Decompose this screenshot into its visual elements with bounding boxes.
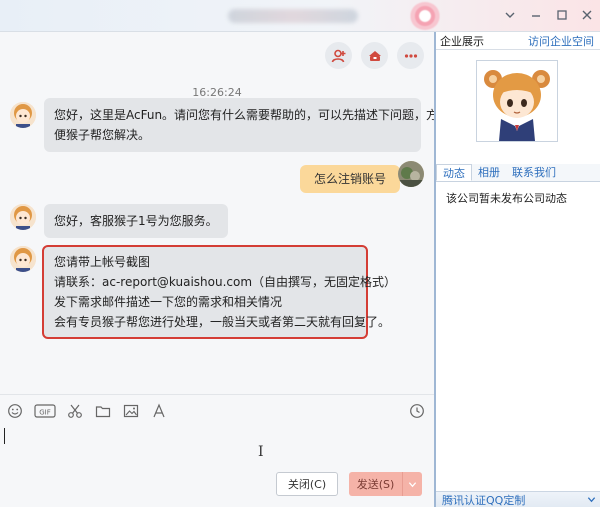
sidebar-tabs: 动态 相册 联系我们	[436, 164, 600, 182]
add-contact-icon[interactable]	[325, 42, 352, 69]
sidebar-footer: 腾讯认证QQ定制	[436, 491, 600, 507]
agent-message-bubble: 您好，这里是AcFun。请问您有什么需要帮助的，可以先描述下问题，方 便猴子帮您…	[44, 98, 439, 152]
chat-toolbar	[325, 42, 424, 69]
message-line: 发下需求邮件描述一下您的需求和相关情况	[54, 295, 283, 309]
message-line: 您好，这里是AcFun。请问您有什么需要帮助的，可以先描述下问题，方	[54, 108, 439, 122]
font-icon[interactable]	[150, 402, 168, 420]
history-clock-icon[interactable]	[409, 403, 425, 419]
company-logo	[476, 60, 558, 142]
message-line: 您好，客服猴子1号为您服务。	[54, 214, 218, 228]
mouse-ibeam-cursor-icon: I	[258, 444, 264, 460]
message-line: 便猴子帮您解决。	[54, 128, 151, 142]
folder-icon[interactable]	[94, 402, 112, 420]
chevron-down-icon[interactable]	[499, 4, 521, 26]
input-divider	[0, 394, 434, 395]
message-line: 会有专员猴子帮您进行处理，一般当天或者第二天就有回复了。	[54, 315, 391, 329]
minimize-icon[interactable]	[525, 4, 547, 26]
input-toolbar: GIF	[6, 402, 168, 420]
gif-icon[interactable]: GIF	[34, 402, 56, 420]
image-icon[interactable]	[122, 402, 140, 420]
chevron-down-icon[interactable]	[587, 495, 596, 504]
tab-album[interactable]: 相册	[472, 164, 506, 181]
qq-custom-certification-link[interactable]: 腾讯认证QQ定制	[442, 492, 525, 507]
message-line: 怎么注销账号	[314, 172, 387, 186]
title-bar	[0, 0, 600, 32]
text-caret	[4, 428, 5, 444]
sidebar-title: 企业展示	[440, 34, 484, 48]
agent-message-bubble: 您好，客服猴子1号为您服务。	[44, 204, 228, 238]
blurred-logo-icon	[410, 2, 440, 30]
transfer-icon[interactable]	[361, 42, 388, 69]
blurred-window-title	[228, 9, 358, 23]
sidebar-body-text: 该公司暂未发布公司动态	[446, 192, 567, 205]
send-button-label[interactable]: 发送(S)	[349, 476, 402, 492]
agent-avatar[interactable]	[10, 246, 36, 272]
message-line: 请联系：ac-report@kuaishou.com（自由撰写，无固定格式）	[54, 275, 397, 289]
message-line: 您请带上帐号截图	[54, 255, 151, 269]
visit-company-space-link[interactable]: 访问企业空间	[528, 33, 594, 49]
more-icon[interactable]	[397, 42, 424, 69]
svg-text:GIF: GIF	[39, 409, 51, 417]
my-avatar[interactable]	[398, 161, 424, 187]
scissors-icon[interactable]	[66, 402, 84, 420]
agent-avatar[interactable]	[10, 204, 36, 230]
my-message-bubble: 怎么注销账号	[300, 165, 401, 193]
sidebar-header: 企业展示 访问企业空间	[436, 32, 600, 50]
maximize-icon[interactable]	[551, 4, 573, 26]
tab-news[interactable]: 动态	[436, 164, 472, 181]
chat-pane: 16:26:24 您好，这里是AcFun。请问您有什么需要帮助的，可以先描述下问…	[0, 32, 439, 507]
emoji-icon[interactable]	[6, 402, 24, 420]
send-button[interactable]: 发送(S)	[349, 472, 422, 496]
company-sidebar: 企业展示 访问企业空间 动态 相册 联系我们 该公司暂未发布公司动态 腾讯认证Q…	[436, 32, 600, 507]
message-input[interactable]	[0, 424, 434, 472]
chevron-down-icon[interactable]	[402, 472, 422, 496]
close-icon[interactable]	[576, 4, 598, 26]
agent-avatar[interactable]	[10, 102, 36, 128]
agent-message-bubble-highlighted: 您请带上帐号截图 请联系：ac-report@kuaishou.com（自由撰写…	[42, 245, 397, 339]
close-button[interactable]: 关闭(C)	[276, 472, 338, 496]
tab-contact-us[interactable]: 联系我们	[506, 164, 562, 181]
